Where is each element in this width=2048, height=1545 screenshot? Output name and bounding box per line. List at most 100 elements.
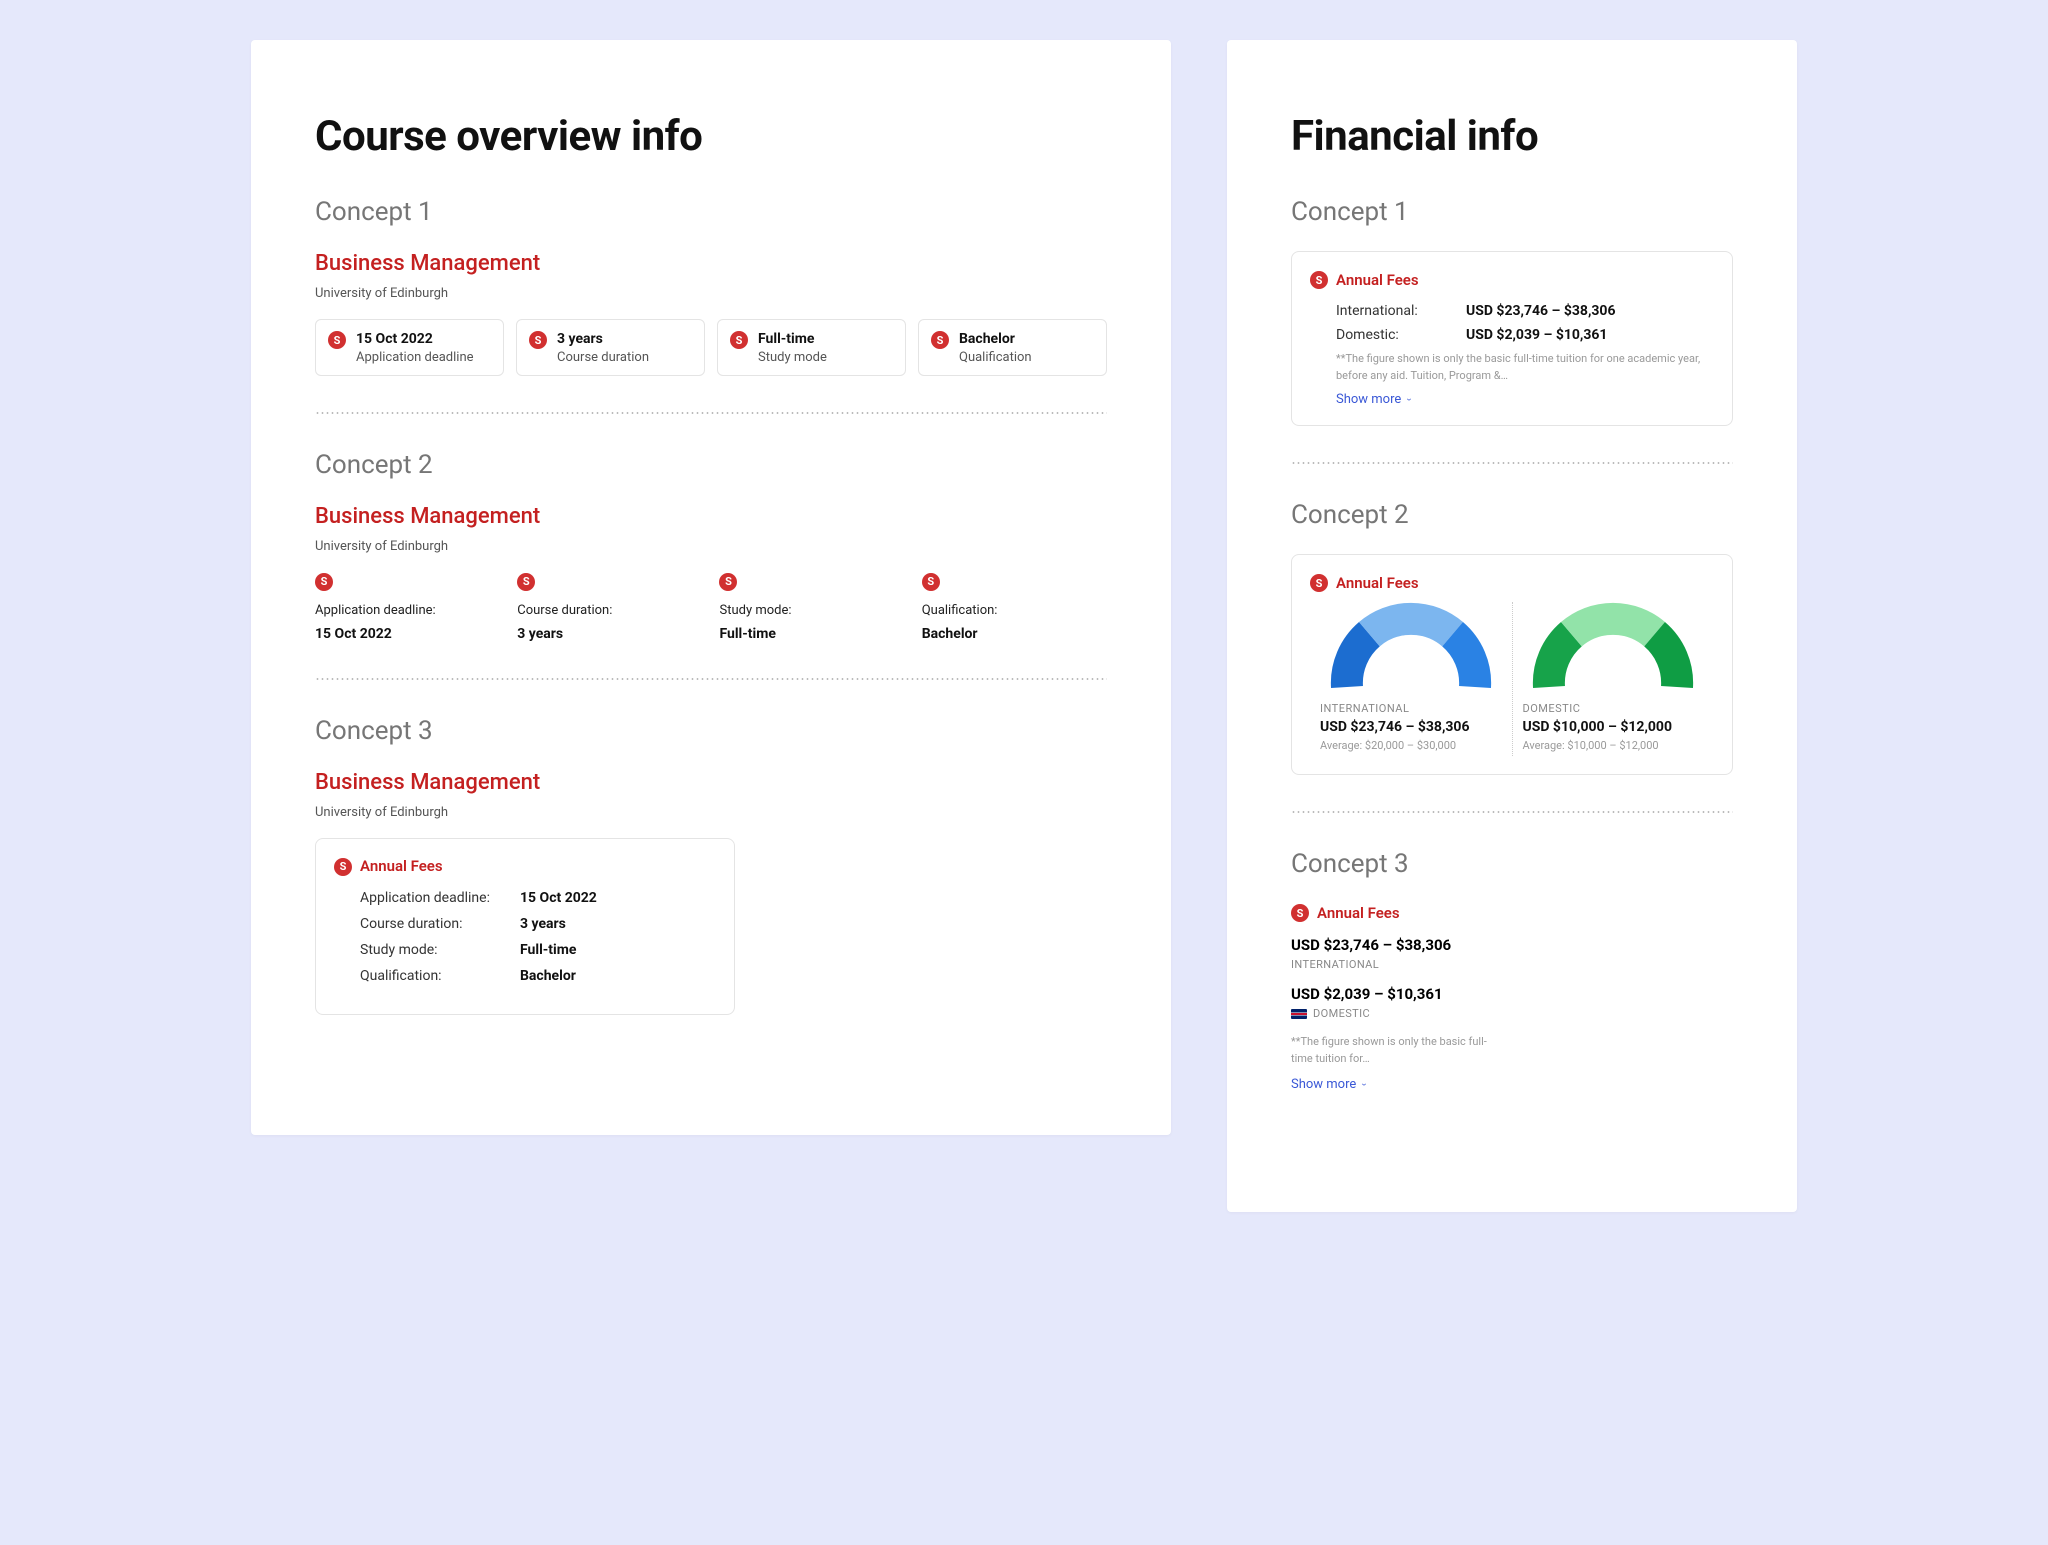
annual-fees-gauge-card: Annual Fees INTERNATIONAL USD $23,746 – … [1291, 554, 1733, 775]
fee-value: USD $23,746 – $38,306 [1466, 303, 1616, 319]
gauge-value: USD $23,746 – $38,306 [1320, 719, 1502, 735]
course-title[interactable]: Business Management [315, 770, 1107, 795]
coin-icon [315, 573, 333, 591]
coin-icon [1310, 574, 1328, 592]
page-title: Course overview info [315, 112, 1107, 161]
divider [315, 678, 1107, 680]
box-row: Application deadline: 15 Oct 2022 [334, 890, 716, 906]
row-key: Course duration: [360, 916, 520, 932]
international-value: USD $23,746 – $38,306 [1291, 936, 1733, 954]
info-columns: Application deadline: 15 Oct 2022 Course… [315, 572, 1107, 642]
row-key: Study mode: [360, 942, 520, 958]
fee-row: International: USD $23,746 – $38,306 [1310, 303, 1714, 319]
info-column: Application deadline: 15 Oct 2022 [315, 572, 489, 642]
fee-label: Domestic: [1336, 327, 1466, 343]
annual-fees-card: Annual Fees International: USD $23,746 –… [1291, 251, 1733, 426]
divider [315, 412, 1107, 414]
gauge-average: Average: $10,000 – $12,000 [1523, 739, 1705, 752]
fee-value: USD $2,039 – $10,361 [1466, 327, 1607, 343]
box-row: Study mode: Full-time [334, 942, 716, 958]
fee-row: Domestic: USD $2,039 – $10,361 [1310, 327, 1714, 343]
disclaimer-text: **The figure shown is only the basic ful… [1310, 351, 1714, 384]
column-value: Bachelor [922, 626, 1096, 642]
column-value: Full-time [719, 626, 893, 642]
info-card: 3 years Course duration [516, 319, 705, 376]
box-header-text: Annual Fees [360, 857, 443, 875]
disclaimer-text: **The figure shown is only the basic ful… [1291, 1034, 1491, 1067]
coin-icon [529, 331, 547, 349]
concept-label: Concept 2 [315, 450, 1107, 480]
coin-icon [1291, 904, 1309, 922]
column-label: Application deadline: [315, 603, 489, 618]
annual-fees-box: Annual Fees Application deadline: 15 Oct… [315, 838, 735, 1015]
fee-label: International: [1336, 303, 1466, 319]
coin-icon [931, 331, 949, 349]
coin-icon [328, 331, 346, 349]
domestic-value: USD $2,039 – $10,361 [1291, 985, 1733, 1003]
header-text: Annual Fees [1317, 904, 1400, 922]
info-card-label: Application deadline [356, 350, 474, 365]
column-label: Study mode: [719, 603, 893, 618]
gauge-domestic-icon [1533, 606, 1693, 688]
info-column: Course duration: 3 years [517, 572, 691, 642]
info-card-value: Bachelor [959, 330, 1032, 350]
international-tag: INTERNATIONAL [1291, 958, 1733, 971]
uk-flag-icon [1291, 1009, 1307, 1019]
show-more-link[interactable]: Show more › [1291, 1077, 1365, 1092]
international-gauge-col: INTERNATIONAL USD $23,746 – $38,306 Aver… [1310, 602, 1513, 756]
info-card-value: 15 Oct 2022 [356, 330, 474, 350]
divider [1291, 462, 1733, 464]
info-card: Full-time Study mode [717, 319, 906, 376]
row-value: Bachelor [520, 968, 576, 984]
university-name: University of Edinburgh [315, 539, 1107, 554]
financial-info-panel: Financial info Concept 1 Annual Fees Int… [1227, 40, 1797, 1212]
chevron-down-icon: › [1403, 398, 1414, 401]
box-header: Annual Fees [334, 857, 716, 876]
concept-label: Concept 3 [1291, 849, 1733, 879]
coin-icon [922, 573, 940, 591]
gauge-tag: INTERNATIONAL [1320, 702, 1502, 715]
course-title[interactable]: Business Management [315, 251, 1107, 276]
info-card: Bachelor Qualification [918, 319, 1107, 376]
info-card-label: Study mode [758, 350, 827, 365]
coin-icon [517, 573, 535, 591]
gauge-row: INTERNATIONAL USD $23,746 – $38,306 Aver… [1310, 596, 1714, 756]
info-card-row: 15 Oct 2022 Application deadline 3 years… [315, 319, 1107, 376]
university-name: University of Edinburgh [315, 286, 1107, 301]
info-card-value: 3 years [557, 330, 649, 350]
page-title: Financial info [1291, 112, 1733, 161]
course-title[interactable]: Business Management [315, 504, 1107, 529]
coin-icon [1310, 271, 1328, 289]
column-value: 3 years [517, 626, 691, 642]
gauge-value: USD $10,000 – $12,000 [1523, 719, 1705, 735]
column-value: 15 Oct 2022 [315, 626, 489, 642]
row-key: Application deadline: [360, 890, 520, 906]
divider [1291, 811, 1733, 813]
row-value: 15 Oct 2022 [520, 890, 597, 906]
info-card-value: Full-time [758, 330, 827, 350]
show-more-label: Show more [1291, 1077, 1356, 1092]
show-more-link[interactable]: Show more › [1310, 392, 1410, 407]
domestic-tag: DOMESTIC [1291, 1007, 1733, 1020]
coin-icon [719, 573, 737, 591]
box-header: Annual Fees [1310, 270, 1714, 289]
gauge-tag: DOMESTIC [1523, 702, 1705, 715]
concept-label: Concept 2 [1291, 500, 1733, 530]
column-label: Qualification: [922, 603, 1096, 618]
box-row: Qualification: Bachelor [334, 968, 716, 984]
university-name: University of Edinburgh [315, 805, 1107, 820]
row-value: 3 years [520, 916, 566, 932]
info-card-label: Course duration [557, 350, 649, 365]
show-more-label: Show more [1336, 392, 1401, 407]
concept-label: Concept 1 [315, 197, 1107, 227]
box-header-text: Annual Fees [1336, 574, 1419, 592]
annual-fees-header: Annual Fees [1291, 903, 1733, 922]
column-label: Course duration: [517, 603, 691, 618]
info-card: 15 Oct 2022 Application deadline [315, 319, 504, 376]
domestic-gauge-col: DOMESTIC USD $10,000 – $12,000 Average: … [1513, 602, 1715, 756]
coin-icon [730, 331, 748, 349]
row-value: Full-time [520, 942, 576, 958]
box-row: Course duration: 3 years [334, 916, 716, 932]
course-overview-panel: Course overview info Concept 1 Business … [251, 40, 1171, 1135]
info-column: Study mode: Full-time [719, 572, 893, 642]
